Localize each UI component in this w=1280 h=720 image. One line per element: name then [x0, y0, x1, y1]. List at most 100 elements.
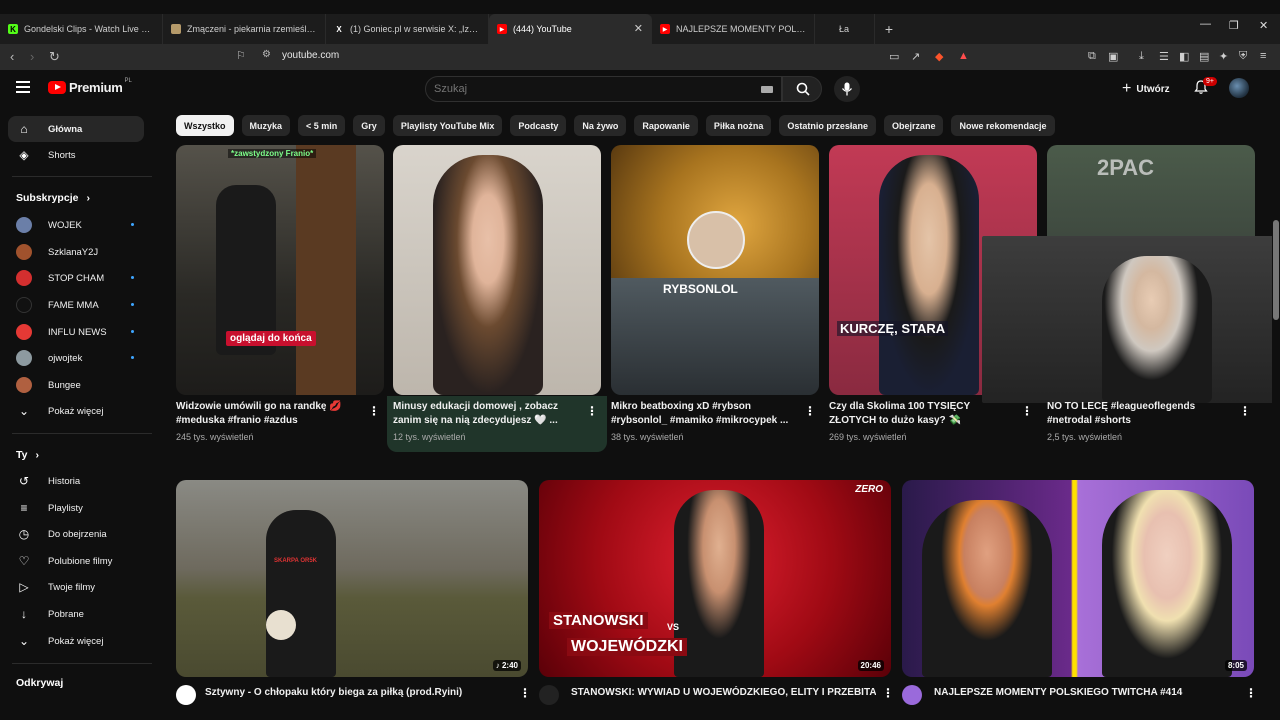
cast-icon[interactable]: ▭: [889, 50, 899, 63]
brave-shield-icon[interactable]: ◆: [935, 50, 943, 63]
sidebar-icon[interactable]: ◧: [1179, 50, 1189, 63]
browser-menu-icon[interactable]: ≡: [1260, 50, 1266, 62]
video-title[interactable]: Sztywny - O chłopaku który biega za piłk…: [205, 686, 505, 700]
brave-rewards-icon[interactable]: ▲: [958, 50, 969, 62]
keyboard-icon[interactable]: [761, 86, 773, 93]
more-options-icon[interactable]: ⋮: [519, 686, 531, 700]
you-heading[interactable]: Ty ›: [16, 449, 39, 461]
channel-avatar[interactable]: [539, 685, 559, 705]
more-options-icon[interactable]: ⋮: [368, 404, 380, 418]
close-window-icon[interactable]: ✕: [1259, 19, 1268, 32]
chip[interactable]: Na żywo: [574, 115, 627, 136]
more-options-icon[interactable]: ⋮: [586, 404, 598, 418]
sidebar-item-liked[interactable]: ♡ Polubione filmy: [8, 548, 144, 574]
chip[interactable]: Rapowanie: [634, 115, 698, 136]
you-show-more[interactable]: ⌄ Pokaż więcej: [8, 628, 144, 654]
sidebar-item-subscription[interactable]: ojwojtek: [8, 345, 144, 371]
restore-icon[interactable]: ❐: [1229, 19, 1239, 32]
more-options-icon[interactable]: ⋮: [1245, 686, 1257, 700]
video-thumbnail[interactable]: ZERO STANOWSKI VS WOJEWÓDZKI 20:46: [539, 480, 891, 677]
chip[interactable]: Nowe rekomendacje: [951, 115, 1055, 136]
sidebar-item-history[interactable]: ↺ Historia: [8, 468, 144, 494]
channel-avatar[interactable]: [176, 685, 196, 705]
sidebar-item-subscription[interactable]: FAME MMA: [8, 292, 144, 318]
video-thumbnail[interactable]: 8:05: [902, 480, 1254, 677]
chip[interactable]: Obejrzane: [883, 115, 944, 136]
browser-tab[interactable]: X(1) Goniec.pl w serwisie X: „Izrael. Ty…: [326, 14, 489, 44]
sidebar-item-watch-later[interactable]: ◷ Do obejrzenia: [8, 521, 144, 547]
screenshot-icon[interactable]: ▣: [1108, 50, 1118, 63]
sidebar-item-subscription[interactable]: Bungee: [8, 372, 144, 398]
back-icon[interactable]: ‹: [10, 49, 14, 64]
browser-tab[interactable]: KGondelski Clips - Watch Live on Kick: [0, 14, 163, 44]
channel-avatar[interactable]: [902, 685, 922, 705]
bookmark-icon[interactable]: ⚐: [236, 49, 246, 62]
sidebar-item-downloads[interactable]: ↓ Pobrane: [8, 601, 144, 627]
browser-toolbar: ‹ › ↻ ⚐ ⚙ youtube.com ▭ ↗ ◆ ▲ ⧉ ▣ ⤓ ☰ ◧ …: [0, 44, 1280, 70]
chip[interactable]: Wszystko: [176, 115, 234, 136]
forward-icon[interactable]: ›: [30, 49, 34, 64]
sidebar-item-subscription[interactable]: INFLU NEWS: [8, 319, 144, 345]
url-field[interactable]: youtube.com: [282, 50, 339, 61]
chip[interactable]: Gry: [353, 115, 385, 136]
scrollbar-thumb[interactable]: [1273, 220, 1279, 320]
short-title[interactable]: Widzowie umówili go na randkę 💋 #meduska…: [176, 400, 356, 428]
close-tab-icon[interactable]: ✕: [634, 22, 643, 35]
subscriptions-heading[interactable]: Subskrypcje ›: [16, 192, 90, 204]
short-thumbnail[interactable]: *zawstydzony Franio* oglądaj do końca: [176, 145, 384, 395]
downloads-icon[interactable]: ⤓: [1139, 50, 1144, 63]
sidebar-item-your-videos[interactable]: ▷ Twoje filmy: [8, 574, 144, 600]
more-options-icon[interactable]: ⋮: [804, 404, 816, 418]
sidebar-divider: [12, 433, 152, 434]
sidebar-item-subscription[interactable]: STOP CHAM: [8, 265, 144, 291]
minimize-icon[interactable]: —: [1200, 18, 1211, 30]
youtube-premium-logo[interactable]: Premium PL: [48, 78, 132, 95]
more-options-icon[interactable]: ⋮: [882, 686, 894, 700]
leo-icon[interactable]: ✦: [1219, 50, 1228, 63]
thumbnail-figure: [879, 155, 979, 395]
browser-tab[interactable]: Ła: [815, 14, 875, 44]
more-options-icon[interactable]: ⋮: [1239, 404, 1251, 418]
short-title[interactable]: NO TO LECĘ #leagueoflegends #netrodal #s…: [1047, 400, 1227, 428]
short-title[interactable]: Mikro beatboxing xD #rybson #rybsonlol_ …: [611, 400, 791, 428]
short-thumbnail[interactable]: RYBSONLOL: [611, 145, 819, 395]
site-info-icon[interactable]: ⚙: [262, 49, 271, 60]
browser-tab-active[interactable]: ▶ (444) YouTube ✕: [489, 14, 652, 44]
vpn-icon[interactable]: ⛨: [1239, 50, 1247, 63]
sidebar-item-subscription[interactable]: WOJEK: [8, 212, 144, 238]
short-thumbnail[interactable]: [393, 145, 601, 395]
wallet-icon[interactable]: ▤: [1199, 50, 1209, 63]
sidebar-item-playlists[interactable]: ≡ Playlisty: [8, 495, 144, 521]
voice-search-button[interactable]: [834, 76, 860, 102]
reload-icon[interactable]: ↻: [49, 49, 60, 65]
reader-icon[interactable]: ☰: [1159, 50, 1169, 63]
browser-tab[interactable]: ▶NAJLEPSZE MOMENTY POLSKIEGO T: [652, 14, 815, 44]
chip[interactable]: Muzyka: [241, 115, 291, 136]
chip[interactable]: < 5 min: [298, 115, 346, 136]
page-scrollbar[interactable]: [1272, 70, 1280, 720]
browser-tab[interactable]: Zmączeni - piekarnia rzemieślnicza o: [163, 14, 326, 44]
search-button[interactable]: [782, 76, 822, 102]
chip[interactable]: Playlisty YouTube Mix: [392, 115, 503, 136]
chip[interactable]: Piłka nożna: [705, 115, 772, 136]
search-input[interactable]: [434, 83, 734, 95]
sidebar-item-home[interactable]: ⌂ Główna: [8, 116, 144, 142]
chip[interactable]: Podcasty: [510, 115, 567, 136]
sidebar-item-shorts[interactable]: ◈ Shorts: [8, 142, 144, 168]
more-options-icon[interactable]: ⋮: [1021, 404, 1033, 418]
video-title[interactable]: NAJLEPSZE MOMENTY POLSKIEGO TWITCHA #414: [934, 686, 1234, 700]
video-thumbnail[interactable]: SKARPA OR5K ♪ 2:40: [176, 480, 528, 677]
create-button[interactable]: + Utwórz: [1122, 80, 1170, 98]
account-avatar[interactable]: [1229, 78, 1249, 98]
new-tab-button[interactable]: +: [879, 21, 899, 37]
hamburger-menu-icon[interactable]: [16, 81, 30, 93]
sidebar-item-subscription[interactable]: SzklanaY2J: [8, 239, 144, 265]
short-title[interactable]: Minusy edukacji domowej , zobacz zanim s…: [393, 400, 573, 428]
subscriptions-show-more[interactable]: ⌄ Pokaż więcej: [8, 398, 144, 424]
chip[interactable]: Ostatnio przesłane: [779, 115, 876, 136]
share-icon[interactable]: ↗: [911, 50, 920, 63]
extensions-icon[interactable]: ⧉: [1088, 50, 1096, 63]
short-title[interactable]: Czy dla Skolima 100 TYSIĘCY ZŁOTYCH to d…: [829, 400, 1009, 428]
thumbnail-face-circle: [687, 211, 745, 269]
video-title[interactable]: STANOWSKI: WYWIAD U WOJEWÓDZKIEGO, ELITY…: [571, 686, 876, 700]
